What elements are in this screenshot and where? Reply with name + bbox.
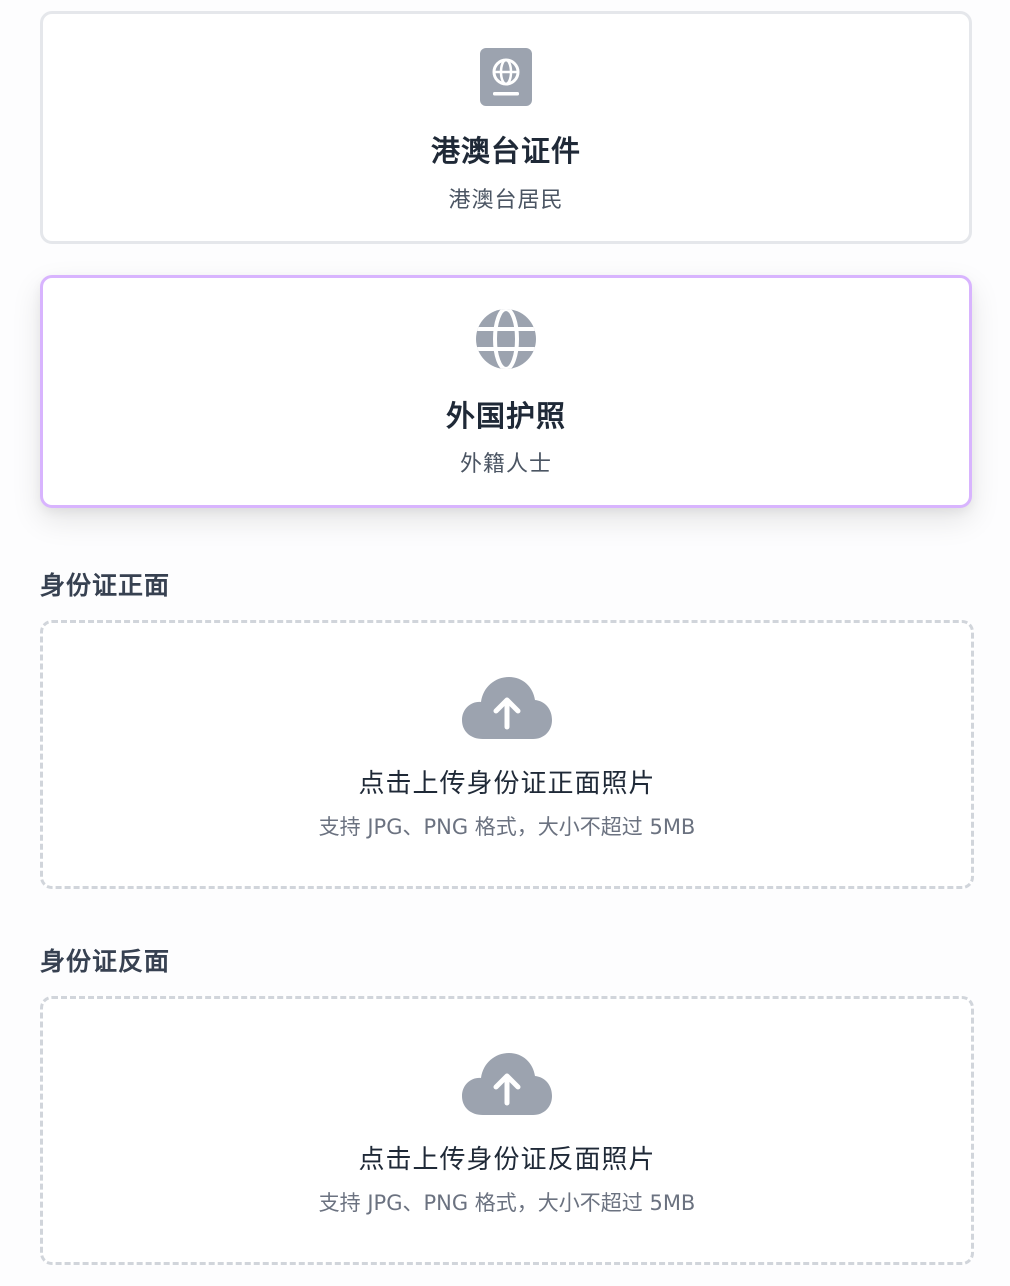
doc-type-subtitle: 外籍人士 [459,452,552,477]
doc-type-title: 港澳台证件 [430,134,581,168]
doc-type-title: 外国护照 [445,399,566,433]
upload-hint: 支持 JPG、PNG 格式，大小不超过 5MB [318,1191,696,1215]
passport-icon [480,48,532,106]
upload-title: 点击上传身份证正面照片 [358,769,656,799]
page: 港澳台证件 港澳台居民 外国护照 外籍人士 身份证正面 点击上传身份证正面照片 … [0,0,1010,1286]
id-front-label: 身份证正面 [40,571,171,600]
id-back-label: 身份证反面 [40,947,171,976]
globe-icon [476,309,536,369]
id-front-upload-area[interactable]: 点击上传身份证正面照片 支持 JPG、PNG 格式，大小不超过 5MB [40,620,974,889]
doc-type-subtitle: 港澳台居民 [448,188,564,213]
upload-title: 点击上传身份证反面照片 [358,1145,656,1175]
doc-type-card-foreign-passport[interactable]: 外国护照 外籍人士 [40,275,972,508]
cloud-upload-icon [462,1053,552,1115]
cloud-upload-icon [462,677,552,739]
upload-hint: 支持 JPG、PNG 格式，大小不超过 5MB [318,815,696,839]
id-back-upload-area[interactable]: 点击上传身份证反面照片 支持 JPG、PNG 格式，大小不超过 5MB [40,996,974,1265]
doc-type-card-hk-macau-taiwan[interactable]: 港澳台证件 港澳台居民 [40,11,972,244]
